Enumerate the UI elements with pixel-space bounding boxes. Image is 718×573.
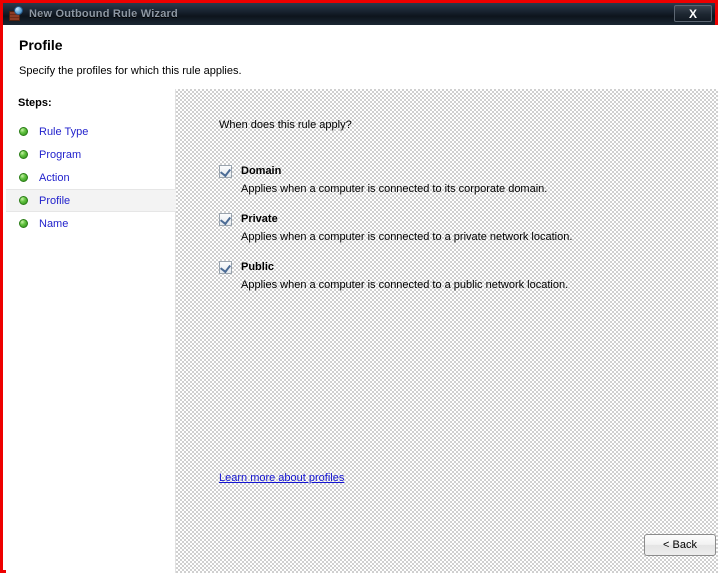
sidebar-item-label: Action: [39, 171, 70, 184]
firewall-wall-globe-icon: [8, 6, 24, 22]
page-subtitle: Specify the profiles for which this rule…: [19, 65, 242, 77]
panel-question: When does this rule apply?: [219, 119, 352, 131]
option-domain: Domain Applies when a computer is connec…: [219, 164, 572, 195]
option-public: Public Applies when a computer is connec…: [219, 260, 572, 291]
public-checkbox[interactable]: [219, 260, 232, 274]
back-button[interactable]: < Back: [644, 534, 716, 556]
option-description: Applies when a computer is connected to …: [241, 183, 548, 195]
window-title: New Outbound Rule Wizard: [29, 8, 178, 20]
button-bar: < Back Next > Cancel: [346, 527, 718, 573]
close-icon[interactable]: X: [674, 5, 712, 22]
sidebar-item-label: Rule Type: [39, 125, 89, 138]
sidebar-item-action[interactable]: Action: [6, 166, 176, 189]
content-panel: When does this rule apply? Domain Applie…: [176, 89, 718, 573]
step-bullet-icon: [19, 173, 28, 182]
step-bullet-icon: [19, 127, 28, 136]
title-bar: New Outbound Rule Wizard X: [3, 3, 715, 25]
sidebar-item-rule-type[interactable]: Rule Type: [6, 120, 176, 143]
wizard-window: New Outbound Rule Wizard X Profile Speci…: [0, 0, 718, 573]
sidebar-item-label: Name: [39, 217, 69, 230]
steps-sidebar: Steps: Rule Type Program Action Profile: [6, 89, 176, 573]
option-label: Public: [241, 261, 275, 273]
sidebar-item-profile[interactable]: Profile: [6, 189, 176, 212]
step-bullet-icon: [19, 219, 28, 228]
steps-heading: Steps:: [18, 97, 52, 109]
sidebar-item-label: Program: [39, 148, 82, 161]
private-checkbox[interactable]: [219, 212, 232, 226]
wizard-body: Steps: Rule Type Program Action Profile: [6, 89, 718, 573]
step-bullet-icon: [19, 150, 28, 159]
option-description: Applies when a computer is connected to …: [241, 279, 569, 291]
sidebar-item-program[interactable]: Program: [6, 143, 176, 166]
page-title: Profile: [19, 37, 63, 53]
sidebar-item-name[interactable]: Name: [6, 212, 176, 235]
step-bullet-icon: [19, 196, 28, 205]
option-description: Applies when a computer is connected to …: [241, 231, 573, 243]
learn-more-link[interactable]: Learn more about profiles: [219, 472, 344, 484]
option-private: Private Applies when a computer is conne…: [219, 212, 572, 243]
profile-options: Domain Applies when a computer is connec…: [219, 164, 572, 308]
wizard-header: Profile Specify the profiles for which t…: [6, 25, 718, 89]
option-label: Domain: [241, 165, 282, 177]
domain-checkbox[interactable]: [219, 164, 232, 178]
steps-list: Rule Type Program Action Profile Name: [6, 120, 176, 235]
option-label: Private: [241, 213, 278, 225]
sidebar-item-label: Profile: [39, 194, 71, 207]
